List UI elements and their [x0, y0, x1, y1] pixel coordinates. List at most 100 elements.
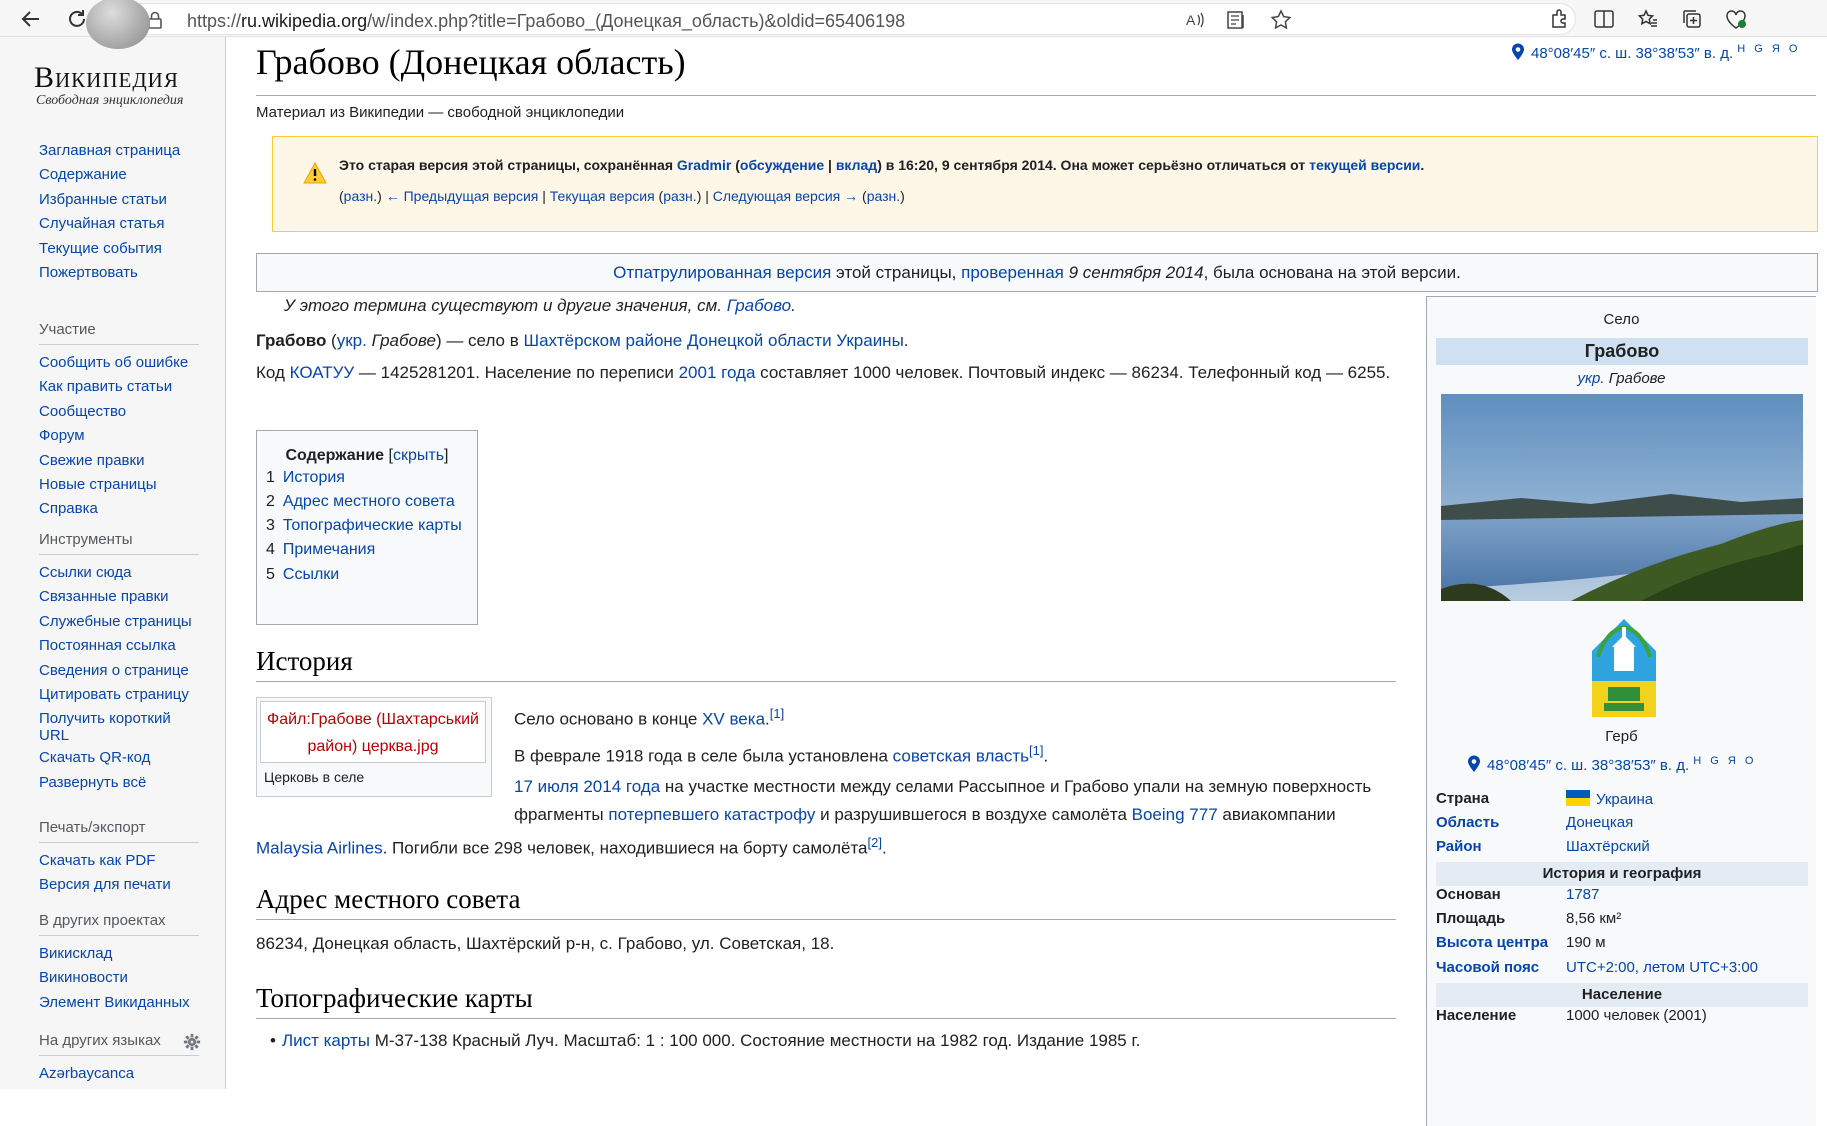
sidebar-item-wikidata[interactable]: Элемент Викиданных [39, 991, 219, 1015]
nav-participation: Участие Сообщить об ошибке Как править с… [39, 321, 219, 522]
ukrainian-lang-link[interactable]: укр. [1577, 370, 1604, 387]
sidebar-item-expand-all[interactable]: Развернуть всё [39, 771, 219, 795]
checked-link[interactable]: проверенная [961, 263, 1064, 282]
toc-item[interactable]: 1 История [266, 469, 345, 487]
census-year-link[interactable]: 2001 года [679, 363, 756, 382]
logo-wordmark: Википедия [34, 61, 179, 94]
toc-item[interactable]: 2 Адрес местного совета [266, 493, 455, 511]
history-sentence-1: Село основано в конце XV века.[1] [514, 706, 785, 729]
url-text: https://ru.wikipedia.org/w/index.php?tit… [187, 11, 906, 31]
district-link[interactable]: Шахтёрском районе Донецкой области Украи… [524, 331, 904, 350]
history-sentence-3: 17 июля 2014 года на участке местности м… [514, 777, 1372, 796]
sidebar-item-what-links-here[interactable]: Ссылки сюда [39, 561, 219, 585]
infobox-photo[interactable] [1441, 394, 1803, 601]
toc-item[interactable]: 3 Топографические карты [266, 517, 462, 535]
extensions-icon[interactable] [1548, 8, 1570, 30]
sidebar-item-recent-changes[interactable]: Свежие правки [39, 449, 219, 473]
reload-icon [69, 10, 85, 27]
sidebar-item-related-changes[interactable]: Связанные правки [39, 585, 219, 609]
disambiguation-link[interactable]: Грабово [727, 296, 791, 315]
sidebar-item-lang-az[interactable]: Azərbaycanca [39, 1062, 219, 1086]
coat-of-arms[interactable] [1590, 617, 1658, 721]
reader-view-icon[interactable] [1227, 10, 1249, 30]
sidebar-item-random[interactable]: Случайная статья [39, 212, 219, 236]
sidebar-item-main-page[interactable]: Заглавная страница [39, 139, 219, 163]
nav-languages: На других языках Azərbaycanca [39, 1032, 219, 1086]
toc-hide-toggle[interactable]: скрыть [393, 447, 444, 464]
collections-icon[interactable] [1681, 8, 1703, 30]
infobox-type: Село [1603, 311, 1640, 328]
previous-version-link[interactable]: ← Предыдущая версия [386, 188, 539, 204]
soviet-power-link[interactable]: советская власть [893, 747, 1029, 766]
sidebar-item-qr-code[interactable]: Скачать QR-код [39, 746, 219, 770]
split-screen-icon[interactable] [1593, 8, 1615, 30]
sidebar-item-printable[interactable]: Версия для печати [39, 873, 219, 897]
revision-user-link[interactable]: Gradmir [677, 157, 731, 173]
sidebar-item-download-pdf[interactable]: Скачать как PDF [39, 849, 219, 873]
crash-link[interactable]: потерпевшего катастрофу [608, 805, 815, 824]
sidebar-item-cite[interactable]: Цитировать страницу [39, 683, 219, 707]
coordinates-top[interactable]: 48°08′45″ с. ш. 38°38′53″ в. д. H G Я O [1511, 43, 1800, 62]
reference-link[interactable]: [1] [770, 706, 784, 721]
sidebar-item-help[interactable]: Справка [39, 497, 219, 521]
date-link[interactable]: 17 июля 2014 года [514, 777, 660, 796]
sidebar-item-commons[interactable]: Викисклад [39, 942, 219, 966]
infobox-coordinates[interactable]: 48°08′45″ с. ш. 38°38′53″ в. д. H G Я O [1467, 755, 1756, 774]
patrolled-notice: Отпатрулированная версия этой страницы, … [256, 253, 1818, 292]
sidebar-item-forum[interactable]: Форум [39, 424, 219, 448]
toc-item[interactable]: 4 Примечания [266, 541, 375, 559]
infobox-row-country: Страна Украина [1436, 790, 1654, 808]
infobox-section-history-geo: История и география [1436, 862, 1808, 886]
sidebar-item-how-to-edit[interactable]: Как править статьи [39, 375, 219, 399]
favorites-icon[interactable] [1637, 8, 1659, 30]
revision-talk-link[interactable]: обсуждение [740, 157, 824, 173]
current-version-link[interactable]: текущей версии [1309, 157, 1420, 173]
sidebar-item-contents[interactable]: Содержание [39, 163, 219, 187]
map-sheet-link[interactable]: Лист карты [282, 1031, 370, 1050]
diff-link-2[interactable]: разн. [663, 188, 696, 204]
sidebar-item-donate[interactable]: Пожертвовать [39, 261, 219, 285]
sidebar-item-current-events[interactable]: Текущие события [39, 237, 219, 261]
boeing-link[interactable]: Boeing 777 [1132, 805, 1218, 824]
sidebar-item-short-url[interactable]: Получить короткий URL [39, 707, 189, 746]
coat-of-arms-icon [1592, 619, 1656, 717]
gear-icon[interactable] [183, 1033, 201, 1051]
coord-map-links[interactable]: H G Я O [1693, 755, 1756, 767]
nav-heading-tools: Инструменты [39, 531, 199, 555]
sidebar-item-permanent-link[interactable]: Постоянная ссылка [39, 634, 219, 658]
sidebar-item-community[interactable]: Сообщество [39, 400, 219, 424]
address-bar[interactable]: https://ru.wikipedia.org/w/index.php?tit… [124, 3, 1576, 35]
heading-council-address: Адрес местного совета [256, 884, 1396, 920]
century-link[interactable]: XV века [702, 710, 765, 729]
ukrainian-lang-link[interactable]: укр. [337, 331, 367, 350]
sidebar-item-report-error[interactable]: Сообщить об ошибке [39, 351, 219, 375]
missing-file-link[interactable]: Файл:Грабове (Шахтарський район) церква.… [260, 701, 486, 763]
koatuu-link[interactable]: КОАТУУ [290, 363, 355, 382]
browser-essentials-icon[interactable] [1724, 8, 1748, 30]
reference-link[interactable]: [1] [1029, 743, 1043, 758]
thumbnail-caption: Церковь в селе [264, 769, 365, 785]
sidebar-item-page-info[interactable]: Сведения о странице [39, 659, 219, 683]
sidebar-item-featured[interactable]: Избранные статьи [39, 188, 219, 212]
revision-contribs-link[interactable]: вклад [836, 157, 877, 173]
diff-link-3[interactable]: разн. [867, 188, 900, 204]
infobox-section-population: Население [1436, 983, 1808, 1007]
diff-link-1[interactable]: разн. [344, 188, 377, 204]
nav-projects: В других проектах Викисклад Викиновости … [39, 912, 219, 1015]
current-version-nav-link[interactable]: Текущая версия [550, 188, 655, 204]
patrolled-version-link[interactable]: Отпатрулированная версия [613, 263, 831, 282]
next-version-link[interactable]: Следующая версия → [713, 188, 858, 204]
back-button[interactable] [16, 4, 46, 34]
old-revision-notice: Это старая версия этой страницы, сохранё… [272, 136, 1818, 232]
wikipedia-logo[interactable]: Википедия Свободная энциклопедия [20, 0, 210, 117]
sidebar-item-special-pages[interactable]: Служебные страницы [39, 610, 219, 634]
sidebar-item-new-pages[interactable]: Новые страницы [39, 473, 219, 497]
malaysia-airlines-link[interactable]: Malaysia Airlines [256, 839, 383, 858]
coord-map-links[interactable]: H G Я O [1737, 43, 1800, 55]
sidebar-item-wikinews[interactable]: Викиновости [39, 966, 219, 990]
favorite-star-icon[interactable] [1270, 9, 1292, 31]
coat-of-arms-caption: Герб [1605, 728, 1638, 745]
toc-item[interactable]: 5 Ссылки [266, 566, 339, 584]
read-aloud-icon[interactable]: A [1185, 10, 1205, 30]
reference-link[interactable]: [2] [868, 835, 882, 850]
